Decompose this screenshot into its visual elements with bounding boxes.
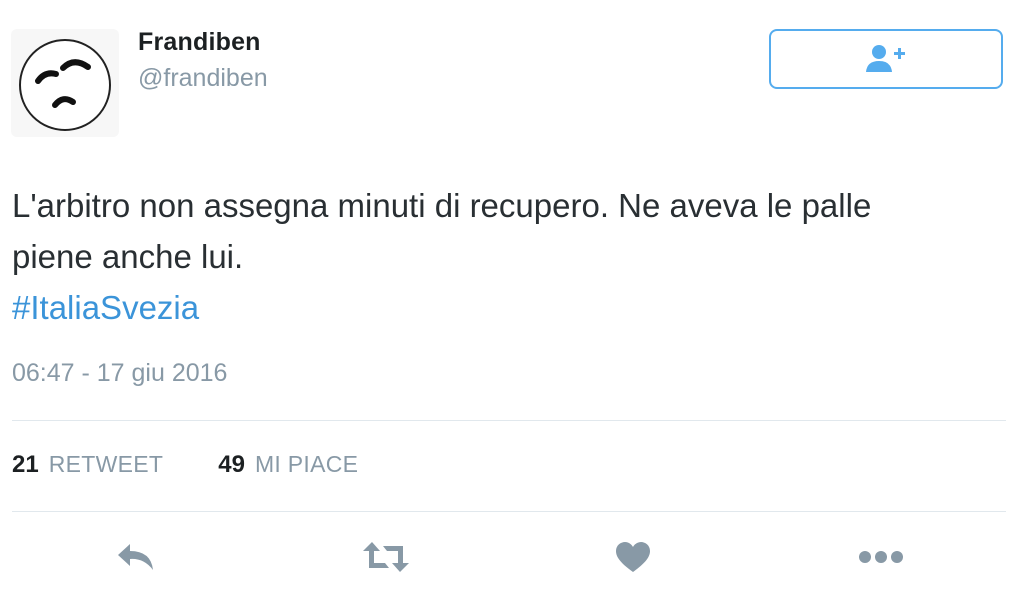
retweet-label: RETWEET xyxy=(48,451,164,477)
more-button[interactable] xyxy=(856,535,906,579)
follow-button[interactable] xyxy=(769,29,1003,89)
retweet-stat[interactable]: 21 RETWEET xyxy=(12,451,163,479)
divider xyxy=(12,420,1006,421)
face-sketch-avatar-icon xyxy=(19,39,111,131)
tweet-text: L'arbitro non assegna minuti di recupero… xyxy=(12,180,1002,333)
reply-icon xyxy=(118,544,153,570)
tweet-timestamp[interactable]: 06:47 - 17 giu 2016 xyxy=(12,359,227,388)
tweet-stats: 21 RETWEET 49 MI PIACE xyxy=(12,451,358,479)
add-user-icon xyxy=(866,45,905,72)
tweet-text-line: L'arbitro non assegna minuti di recupero… xyxy=(12,187,872,224)
hashtag-link[interactable]: #ItaliaSvezia xyxy=(12,282,1002,333)
retweet-count: 21 xyxy=(12,451,39,478)
avatar[interactable] xyxy=(11,29,119,137)
divider xyxy=(12,511,1006,512)
like-label: MI PIACE xyxy=(254,451,359,477)
like-count: 49 xyxy=(218,451,245,478)
like-stat[interactable]: 49 MI PIACE xyxy=(218,451,358,479)
tweet-card: Frandiben @frandiben L'arbitro non asseg… xyxy=(0,0,1024,606)
display-name[interactable]: Frandiben xyxy=(138,28,261,57)
tweet-text-line: piene anche lui. xyxy=(12,238,244,275)
retweet-icon xyxy=(363,542,409,572)
heart-icon xyxy=(616,542,650,572)
more-icon xyxy=(859,551,903,563)
username[interactable]: @frandiben xyxy=(138,64,268,93)
like-button[interactable] xyxy=(612,535,654,579)
retweet-button[interactable] xyxy=(358,535,414,579)
reply-button[interactable] xyxy=(112,535,160,579)
